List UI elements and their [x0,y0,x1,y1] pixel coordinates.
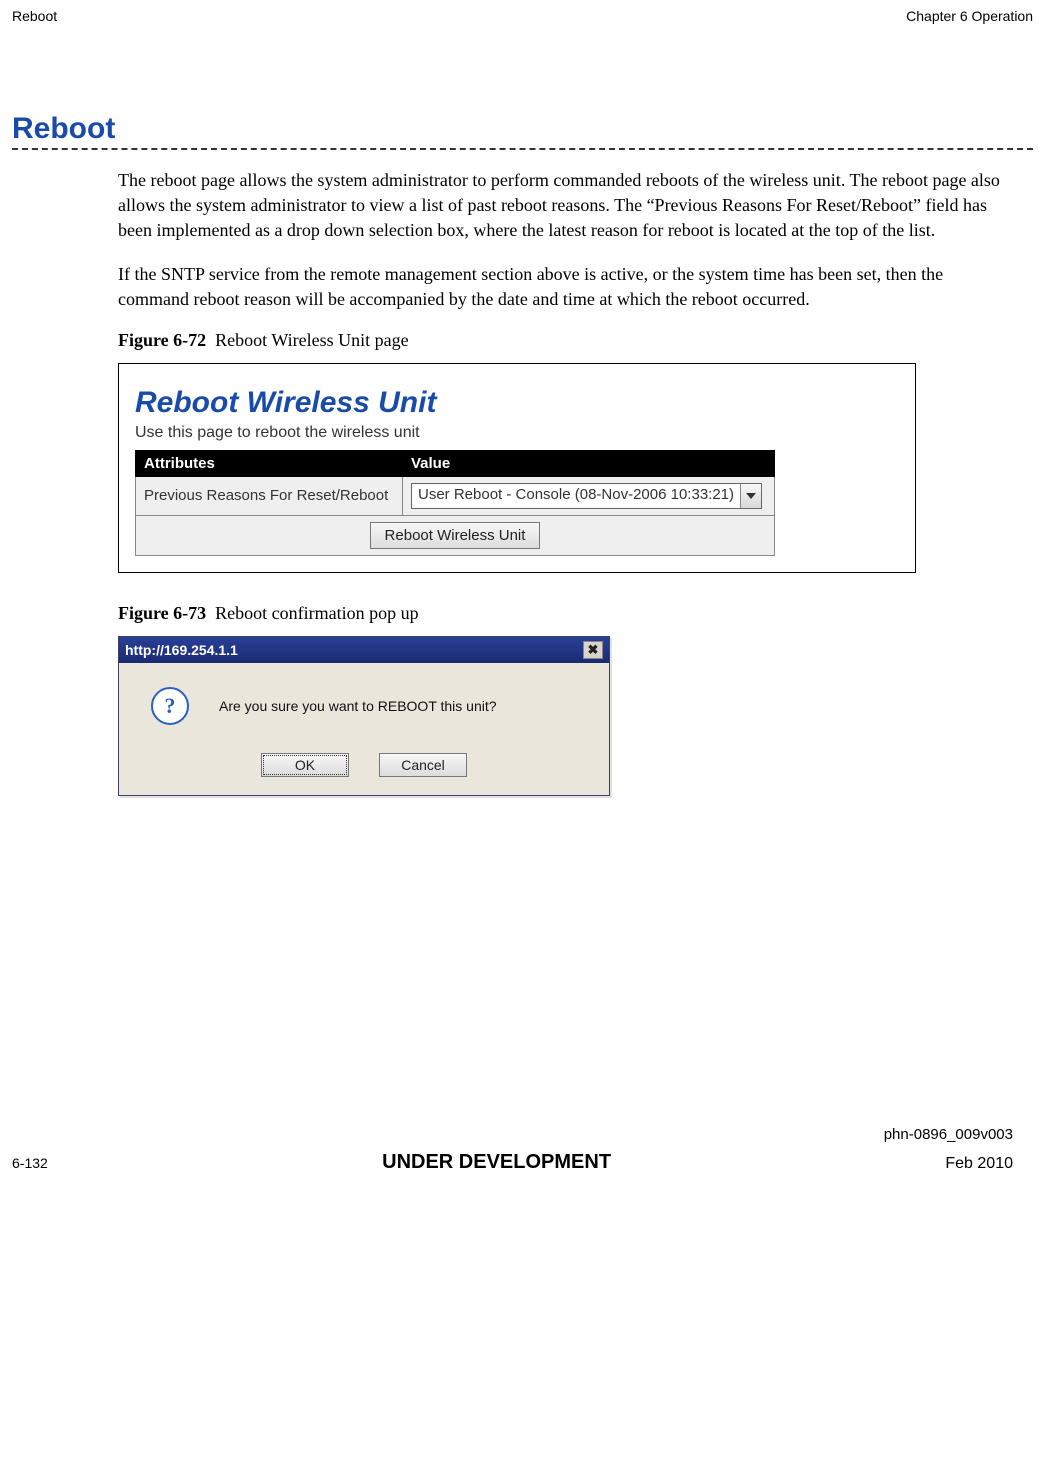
footer-doc: phn-0896_009v003 [12,1126,1033,1143]
question-icon: ? [151,687,189,725]
header-right: Chapter 6 Operation [906,8,1033,24]
attr-table: Attributes Value Previous Reasons For Re… [135,450,775,556]
reboot-button[interactable]: Reboot Wireless Unit [370,522,541,549]
row-value: User Reboot - Console (08-Nov-2006 10:33… [403,476,775,515]
figure-2-caption: Reboot confirmation pop up [215,603,418,623]
page-header: Reboot Chapter 6 Operation [12,0,1033,24]
ok-button[interactable]: OK [261,753,349,777]
col-value: Value [403,450,775,476]
footer-date: Feb 2010 [945,1155,1033,1173]
reboot-panel-subtitle: Use this page to reboot the wireless uni… [135,424,899,442]
header-left: Reboot [12,8,57,24]
close-icon[interactable]: ✖ [583,641,603,659]
chevron-down-icon [740,484,761,508]
para-2: If the SNTP service from the remote mana… [118,262,1003,312]
figure-1-label: Figure 6-72 Reboot Wireless Unit page [118,330,1003,351]
dialog-message: Are you sure you want to REBOOT this uni… [219,698,497,714]
figure-2-number: Figure 6-73 [118,603,206,623]
footer-page: 6-132 [12,1155,48,1171]
section-title: Reboot [12,112,1033,150]
figure-1-number: Figure 6-72 [118,330,206,350]
cancel-button[interactable]: Cancel [379,753,467,777]
reboot-panel-title: Reboot Wireless Unit [135,386,899,420]
row-label: Previous Reasons For Reset/Reboot [136,476,403,515]
dialog-title-text: http://169.254.1.1 [125,642,238,658]
page-footer: phn-0896_009v003 6-132 UNDER DEVELOPMENT… [0,1126,1045,1194]
reason-select[interactable]: User Reboot - Console (08-Nov-2006 10:33… [411,483,762,509]
col-attributes: Attributes [136,450,403,476]
para-1: The reboot page allows the system admini… [118,168,1003,244]
reason-select-value: User Reboot - Console (08-Nov-2006 10:33… [412,484,740,508]
dialog-titlebar: http://169.254.1.1 ✖ [119,637,609,663]
table-row: Previous Reasons For Reset/Reboot User R… [136,476,775,515]
footer-status: UNDER DEVELOPMENT [382,1151,611,1174]
table-row: Reboot Wireless Unit [136,515,775,555]
confirm-dialog: http://169.254.1.1 ✖ ? Are you sure you … [118,636,610,796]
dialog-body: ? Are you sure you want to REBOOT this u… [119,663,609,795]
reboot-panel: Reboot Wireless Unit Use this page to re… [118,363,916,573]
figure-2-label: Figure 6-73 Reboot confirmation pop up [118,603,1003,624]
figure-1-caption: Reboot Wireless Unit page [215,330,408,350]
